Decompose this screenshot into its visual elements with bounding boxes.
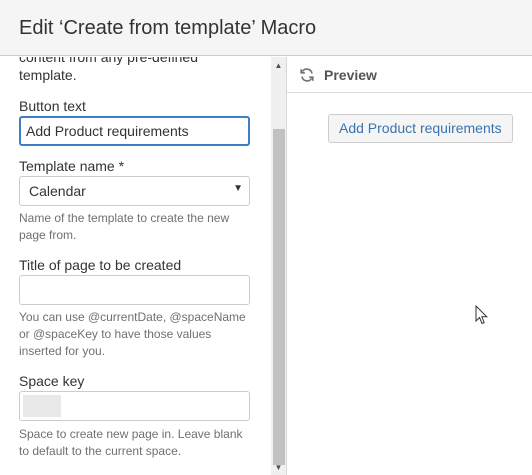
macro-description: content from any pre-defined template. [19,57,198,83]
scroll-down-arrow-icon[interactable]: ▼ [271,461,286,475]
scroll-up-arrow-icon[interactable]: ▲ [271,59,286,73]
preview-create-button[interactable]: Add Product requirements [328,114,513,143]
template-name-select[interactable]: Calendar ▼ [19,176,250,206]
button-text-input[interactable] [19,116,250,146]
page-title-help: You can use @currentDate, @spaceName or … [19,310,246,358]
button-text-label: Button text [19,98,86,114]
space-key-input[interactable] [19,391,250,421]
macro-parameters-panel[interactable]: content from any pre-defined template. B… [0,57,286,475]
preview-label: Preview [324,67,377,83]
preview-header: Preview [287,57,532,93]
page-title-input[interactable] [19,275,250,305]
space-key-label: Space key [19,373,85,389]
redacted-space-key [23,395,61,417]
dialog-header: Edit ‘Create from template’ Macro [0,0,532,56]
macro-dialog: Edit ‘Create from template’ Macro conten… [0,0,532,475]
template-name-help: Name of the template to create the new p… [19,211,230,242]
chevron-down-icon: ▼ [233,183,243,194]
mouse-cursor-icon [475,305,489,325]
refresh-icon[interactable] [299,67,315,83]
parameters-scrollbar[interactable]: ▲ ▼ [271,57,286,475]
template-name-label: Template name * [19,158,125,174]
page-title-label: Title of page to be created [19,257,182,273]
scrollbar-thumb[interactable] [273,129,285,465]
space-key-help: Space to create new page in. Leave blank… [19,427,243,458]
dialog-title: Edit ‘Create from template’ Macro [19,17,317,39]
preview-panel: Preview Add Product requirements [287,57,532,475]
template-name-selected: Calendar [29,183,86,199]
